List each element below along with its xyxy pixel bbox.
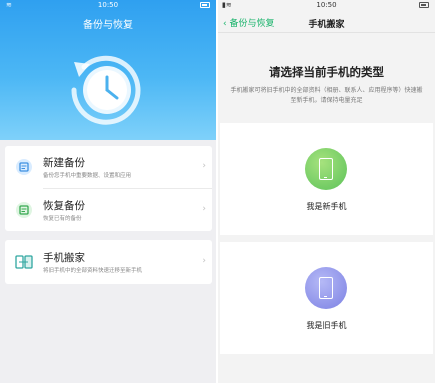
restore-backup-title: 恢复备份 (43, 200, 85, 212)
screen: ≋ 10:50 备份与恢复 新建备份 备份您手机中重要数据、设置和应用 › 恢复… (0, 0, 435, 383)
migration-card: 手机搬家 将旧手机中的全部资料快速迁移至新手机 › (5, 240, 212, 284)
restore-backup-subtitle: 恢复已有的备份 (43, 216, 82, 222)
page-title: 手机搬家 (308, 20, 345, 30)
phone-migration-screen: ▮≋ 10:50 ‹ 备份与恢复 手机搬家 请选择当前手机的类型 手机搬家可将旧… (218, 0, 435, 383)
old-phone-icon (305, 267, 347, 309)
backup-card: 新建备份 备份您手机中重要数据、设置和应用 › 恢复备份 恢复已有的备份 › (5, 146, 212, 231)
phone-migration-row[interactable]: 手机搬家 将旧手机中的全部资料快速迁移至新手机 › (5, 241, 212, 283)
old-phone-label: 我是旧手机 (306, 321, 347, 330)
chevron-right-icon: › (202, 256, 206, 266)
new-backup-icon (15, 158, 33, 176)
new-backup-row[interactable]: 新建备份 备份您手机中重要数据、设置和应用 › (5, 146, 212, 189)
status-time: 10:50 (316, 1, 337, 9)
battery-icon (419, 2, 429, 8)
new-backup-title: 新建备份 (43, 157, 85, 169)
status-bar: ≋ 10:50 (0, 0, 216, 11)
new-phone-label: 我是新手机 (306, 202, 347, 211)
new-backup-subtitle: 备份您手机中重要数据、设置和应用 (43, 173, 132, 179)
status-time: 10:50 (97, 1, 119, 9)
restore-backup-row[interactable]: 恢复备份 恢复已有的备份 › (5, 189, 212, 231)
navigation-bar: ‹ 备份与恢复 手机搬家 (218, 11, 435, 33)
chevron-right-icon: › (202, 161, 206, 171)
phone-migration-title: 手机搬家 (43, 252, 85, 264)
backup-restore-screen: ≋ 10:50 备份与恢复 新建备份 备份您手机中重要数据、设置和应用 › 恢复… (0, 0, 216, 383)
battery-icon (200, 2, 210, 8)
status-bar: ▮≋ 10:50 (218, 0, 435, 11)
old-phone-option[interactable]: 我是旧手机 (220, 242, 433, 354)
phone-migration-subtitle: 将旧手机中的全部资料快速迁移至新手机 (43, 268, 143, 274)
backup-clock-icon (62, 50, 152, 130)
phone-migration-icon (15, 253, 33, 271)
chevron-right-icon: › (202, 204, 206, 214)
new-phone-icon (305, 148, 347, 190)
hero-header: ≋ 10:50 备份与恢复 (0, 0, 216, 140)
restore-backup-icon (15, 201, 33, 219)
page-title: 备份与恢复 (83, 20, 133, 31)
selection-heading: 请选择当前手机的类型 (269, 65, 384, 79)
new-phone-option[interactable]: 我是新手机 (220, 123, 433, 235)
selection-description: 手机搬家可将旧手机中的全部资料（相册、联系人、应用程序等）快速搬至新手机，请保持… (230, 87, 423, 104)
